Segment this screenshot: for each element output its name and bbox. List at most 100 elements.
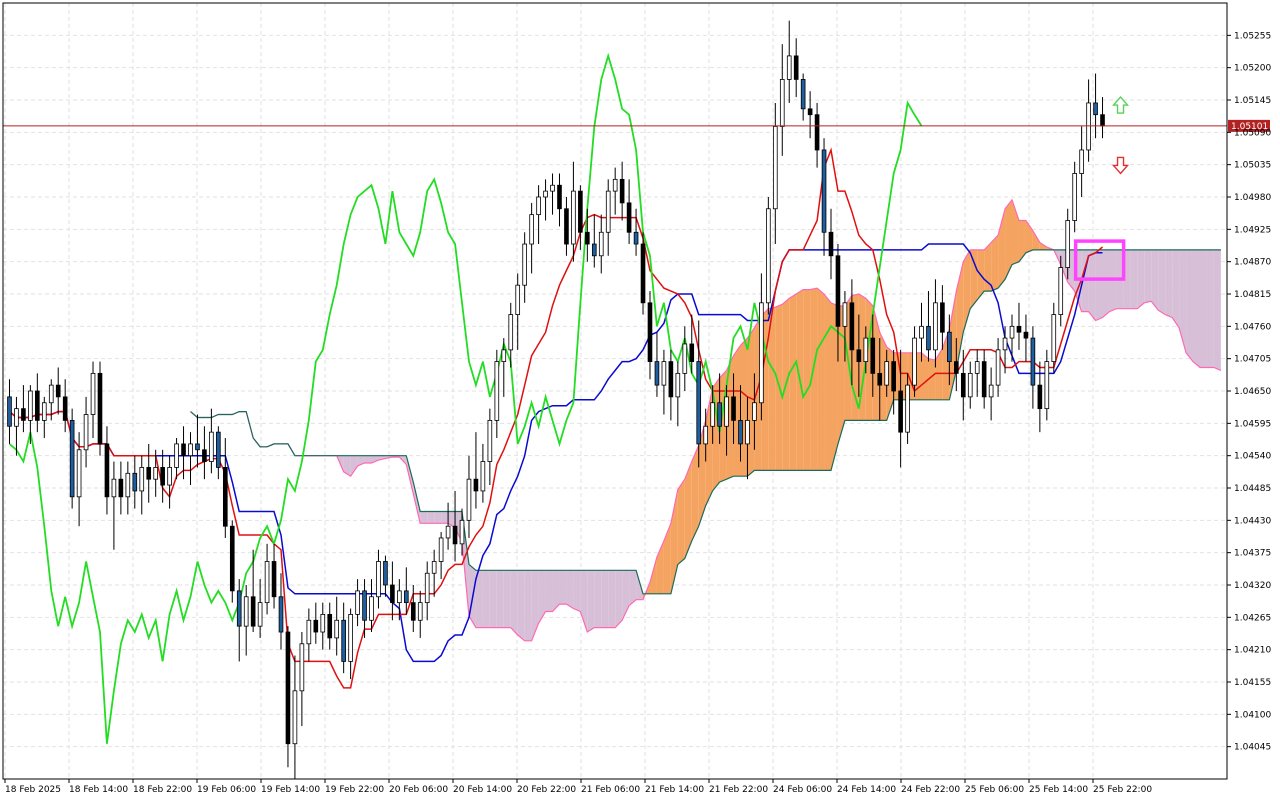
cloud-segment-bear bbox=[1088, 249, 1096, 321]
candle-body-bear bbox=[954, 361, 959, 374]
candle-body-bear bbox=[793, 55, 799, 80]
candle-body-bull bbox=[28, 390, 33, 421]
y-tick-label: 1.04650 bbox=[1234, 387, 1271, 397]
cloud-segment-bear bbox=[601, 570, 609, 628]
candle-body-bull bbox=[550, 184, 555, 192]
y-tick-label: 1.05145 bbox=[1234, 96, 1271, 106]
candle-body-bull bbox=[125, 472, 131, 498]
candle-body-bear bbox=[891, 361, 896, 392]
cloud-segment-bear bbox=[524, 570, 532, 641]
candle-body-bull bbox=[933, 302, 938, 351]
candle-body-bull bbox=[292, 690, 298, 745]
candle-body-bull bbox=[675, 372, 681, 398]
candle-body-bear bbox=[849, 302, 855, 351]
candle-body-bull bbox=[1009, 325, 1015, 339]
chart: 1.05101 1.052551.052001.051451.050901.05… bbox=[0, 0, 1280, 800]
candle-body-bull bbox=[508, 314, 514, 351]
candle-body-bear bbox=[960, 372, 966, 398]
candle-body-bear bbox=[668, 361, 674, 398]
candle-body-bear bbox=[640, 243, 646, 304]
candle-body-bear bbox=[278, 596, 284, 633]
candle-body-bull bbox=[424, 572, 430, 604]
candle-body-bull bbox=[111, 478, 117, 498]
candle-body-bull bbox=[90, 372, 96, 415]
candle-body-bear bbox=[222, 467, 228, 527]
candle-body-bull bbox=[974, 361, 980, 374]
candle-body-bull bbox=[522, 243, 527, 286]
candle-body-bull bbox=[501, 349, 507, 363]
candle-body-bull bbox=[612, 178, 618, 192]
candle-body-bear bbox=[341, 619, 346, 662]
candle-body-bull bbox=[369, 596, 374, 621]
cloud-segment-bear bbox=[545, 570, 553, 612]
candle-body-bear bbox=[1030, 337, 1036, 386]
x-tick-label: 21 Feb 22:00 bbox=[709, 785, 768, 795]
candle-body-bear bbox=[898, 390, 903, 433]
cloud-segment-bear bbox=[559, 570, 567, 605]
cloud-segment-bear bbox=[1172, 249, 1180, 328]
x-tick-label: 25 Feb 14:00 bbox=[1029, 785, 1088, 795]
candle-body-bear bbox=[619, 178, 625, 204]
candle-body-bull bbox=[995, 349, 1001, 386]
candle-body-bear bbox=[181, 443, 186, 457]
candle-body-bull bbox=[438, 537, 444, 562]
candle-body-bear bbox=[626, 202, 632, 233]
candle-body-bull bbox=[863, 337, 869, 363]
candle-body-bear bbox=[1093, 102, 1098, 116]
candle-body-bear bbox=[132, 472, 138, 492]
candle-body-bull bbox=[842, 302, 848, 327]
candle-body-bear bbox=[7, 396, 12, 427]
cloud-segment-bull bbox=[817, 288, 825, 471]
candle-body-bull bbox=[417, 602, 423, 621]
candle-body-bear bbox=[104, 443, 110, 498]
y-tick-label: 1.05035 bbox=[1234, 161, 1271, 171]
candle-body-bull bbox=[529, 214, 534, 245]
candle-body-bear bbox=[647, 302, 653, 363]
candle-body-bear bbox=[564, 208, 569, 245]
candle-body-bull bbox=[257, 602, 263, 627]
candle-body-bull bbox=[397, 590, 402, 604]
candle-body-bear bbox=[1037, 384, 1043, 410]
candle-body-bull bbox=[466, 478, 472, 521]
cloud-segment-bear bbox=[1193, 249, 1200, 368]
x-tick-label: 18 Feb 14:00 bbox=[69, 785, 128, 795]
candle-body-bull bbox=[480, 461, 486, 492]
candle-body-bear bbox=[202, 449, 207, 462]
x-tick-label: 25 Feb 22:00 bbox=[1093, 785, 1152, 795]
candle-body-bear bbox=[62, 396, 68, 421]
y-tick-label: 1.04870 bbox=[1234, 258, 1271, 268]
y-tick-label: 1.04815 bbox=[1234, 290, 1271, 300]
candle-body-bear bbox=[216, 431, 221, 468]
candle-body-bull bbox=[710, 402, 715, 427]
candle-body-bull bbox=[703, 425, 708, 445]
cloud-segment-bear bbox=[475, 570, 483, 628]
candle-body-bull bbox=[884, 361, 890, 386]
candle-body-bull bbox=[376, 561, 381, 598]
candle-body-bull bbox=[543, 190, 548, 198]
cloud-segment-bear bbox=[1158, 249, 1166, 315]
candle-body-bull bbox=[905, 384, 910, 433]
y-tick-label: 1.04540 bbox=[1234, 452, 1271, 462]
candle-body-bull bbox=[41, 402, 47, 421]
candle-body-bear bbox=[689, 343, 695, 363]
candle-body-bull bbox=[355, 590, 360, 615]
y-tick-label: 1.04980 bbox=[1234, 193, 1271, 203]
cloud-segment-bear bbox=[489, 570, 497, 628]
cloud-segment-bull bbox=[789, 294, 797, 471]
candle-body-bull bbox=[264, 561, 270, 604]
candle-body-bear bbox=[229, 525, 235, 592]
cloud-segment-bull bbox=[970, 249, 978, 309]
y-tick-label: 1.04265 bbox=[1234, 613, 1271, 623]
candle-body-bear bbox=[1100, 114, 1105, 127]
candle-body-bear bbox=[835, 255, 841, 327]
cloud-segment-bear bbox=[427, 511, 435, 524]
candle-body-bear bbox=[717, 402, 722, 427]
candle-body-bull bbox=[209, 431, 214, 462]
candle-body-bull bbox=[188, 443, 193, 457]
candle-body-bull bbox=[1058, 267, 1064, 315]
cloud-segment-bull bbox=[677, 479, 685, 565]
candle-body-bull bbox=[515, 284, 521, 315]
y-tick-label: 1.04595 bbox=[1234, 419, 1271, 429]
cloud-segment-bear bbox=[608, 570, 616, 628]
cloud-segment-bear bbox=[1165, 249, 1173, 318]
